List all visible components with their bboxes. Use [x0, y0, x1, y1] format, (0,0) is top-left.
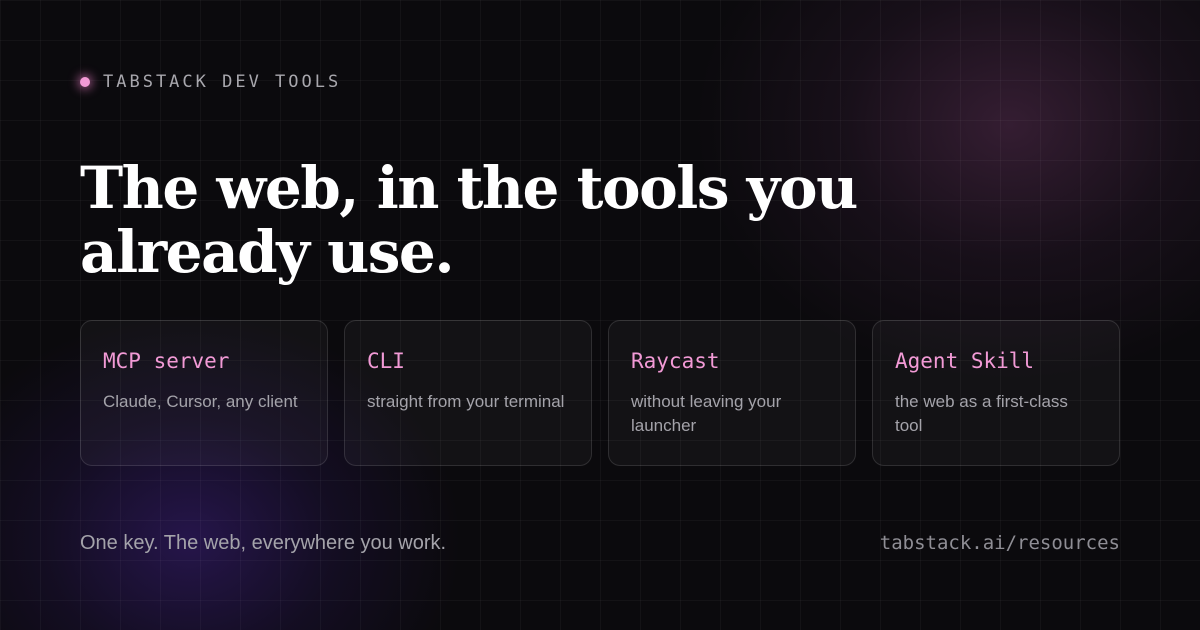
headline: The web, in the tools you already use. — [80, 154, 858, 286]
card-raycast: Raycast without leaving your launcher — [608, 320, 856, 466]
card-description: Claude, Cursor, any client — [103, 392, 298, 411]
card-cli: CLI straight from your terminal — [344, 320, 592, 466]
status-dot-icon — [80, 77, 90, 87]
card-title: Agent Skill — [895, 349, 1035, 373]
eyebrow: TABSTACK DEV TOOLS — [80, 72, 341, 92]
card-description: without leaving your launcher — [631, 392, 782, 435]
tagline: One key. The web, everywhere you work. — [80, 532, 447, 554]
card-description: the web as a first-class tool — [895, 392, 1068, 435]
card-description: straight from your terminal — [367, 392, 565, 411]
card-title: CLI — [367, 349, 405, 373]
card-title: Raycast — [631, 349, 720, 373]
card-title: MCP server — [103, 349, 230, 373]
tool-cards: MCP server Claude, Cursor, any client CL… — [80, 320, 1120, 466]
resources-url: tabstack.ai/resources — [879, 532, 1120, 554]
card-agent-skill: Agent Skill the web as a first-class too… — [872, 320, 1120, 466]
card-mcp-server: MCP server Claude, Cursor, any client — [80, 320, 328, 466]
eyebrow-label: TABSTACK DEV TOOLS — [103, 72, 342, 92]
